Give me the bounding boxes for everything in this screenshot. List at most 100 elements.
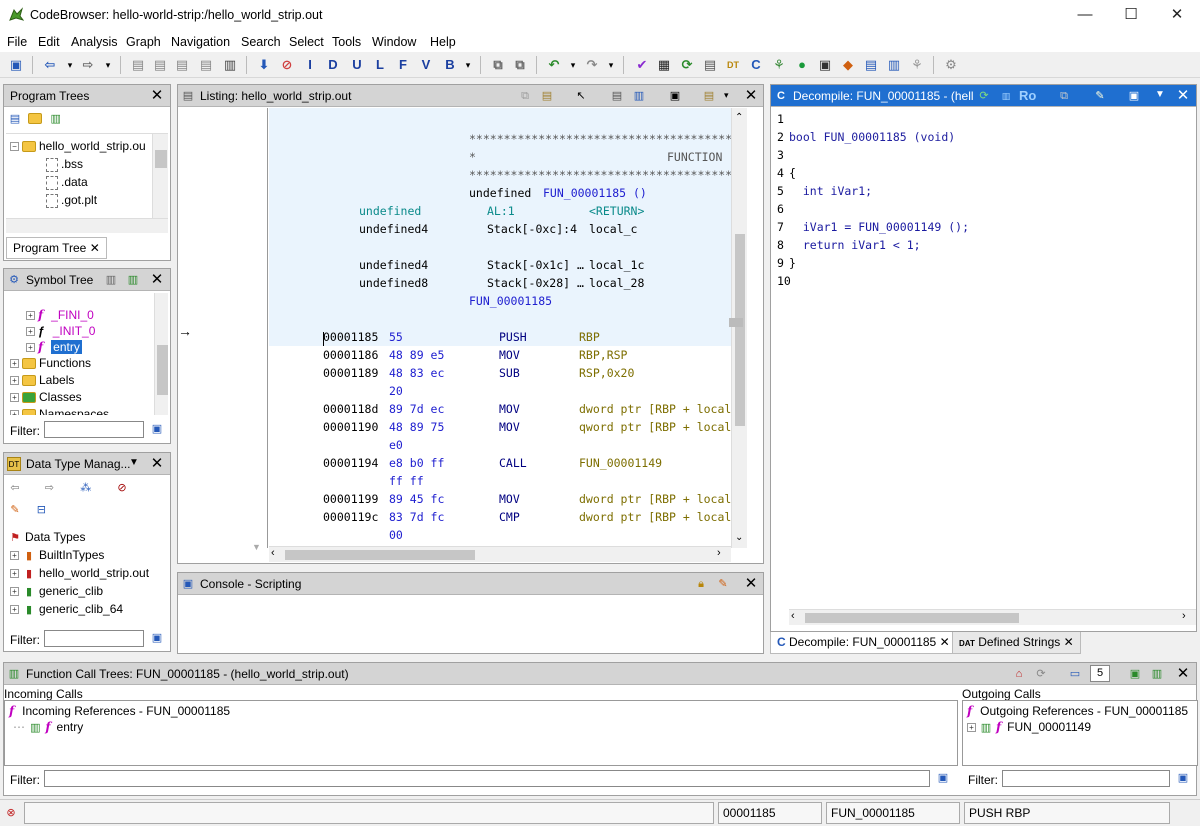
import-icon[interactable]: ▥	[104, 273, 118, 287]
cursor-icon[interactable]: ↖	[574, 89, 588, 103]
tree-add-icon[interactable]: ▥	[49, 112, 63, 126]
paste-icon[interactable]: ▤	[540, 89, 554, 103]
tree-root[interactable]: − hello_world_strip.ou	[10, 138, 146, 154]
export-icon[interactable]: ▥	[126, 273, 140, 287]
page-icon[interactable]: ▤	[128, 55, 148, 75]
read-only-toggle[interactable]: Ro	[1019, 88, 1036, 103]
list-item[interactable]: .data	[46, 174, 88, 190]
maximize-button[interactable]: ☐	[1108, 0, 1154, 32]
label-icon[interactable]: L	[370, 55, 390, 75]
page-icon[interactable]: ▤	[196, 55, 216, 75]
dropdown-arrow-icon[interactable]: ▾	[563, 55, 583, 75]
close-icon[interactable]: ✕	[90, 241, 100, 255]
data-icon[interactable]: D	[323, 55, 343, 75]
list-item[interactable]: + ▥ f FUN_00001149	[967, 719, 1091, 735]
home-icon[interactable]: ⌂	[1012, 667, 1026, 681]
menu-select[interactable]: Select	[289, 35, 324, 49]
undo-icon[interactable]: ↶	[544, 55, 564, 75]
data-type-icon[interactable]: DT	[723, 55, 743, 75]
back-arrow-icon[interactable]: ⇦	[40, 55, 60, 75]
close-icon[interactable]: ✕	[148, 270, 166, 290]
gear-icon[interactable]: ⚙	[941, 55, 961, 75]
save-icon[interactable]: ▣	[6, 55, 26, 75]
refresh-icon[interactable]: ⟳	[977, 89, 991, 103]
close-button[interactable]: ✕	[1154, 0, 1200, 32]
tree-folder-functions[interactable]: + Functions	[10, 355, 91, 371]
refresh-icon[interactable]: ⟳	[677, 55, 697, 75]
list-icon[interactable]: ▤	[700, 55, 720, 75]
down-arrow-icon[interactable]: ⬇	[254, 55, 274, 75]
dropdown-arrow-icon[interactable]: ▾	[724, 90, 729, 101]
page-gear-icon[interactable]: ▥	[220, 55, 240, 75]
code-line[interactable]: {	[789, 166, 796, 180]
page-icon[interactable]: ▤	[150, 55, 170, 75]
menu-search[interactable]: Search	[241, 35, 281, 49]
edit-icon[interactable]: ✎	[1093, 89, 1107, 103]
instruction-icon[interactable]: I	[300, 55, 320, 75]
incoming-filter-input[interactable]	[44, 770, 930, 787]
scroll-right-icon[interactable]: ›	[1182, 610, 1186, 622]
function-graph-icon[interactable]: ⚘	[769, 55, 789, 75]
list-item[interactable]: + ▮ generic_clib_64	[10, 601, 123, 617]
close-icon[interactable]: ✕	[742, 86, 760, 106]
depth-field[interactable]: 5	[1090, 665, 1110, 682]
filter-options-icon[interactable]: ▣	[936, 771, 950, 785]
tree-icon[interactable]: ⚘	[907, 55, 927, 75]
close-icon[interactable]: ✕	[148, 454, 166, 474]
checkmark-icon[interactable]: ✔	[632, 55, 652, 75]
scroll-left-icon[interactable]: ‹	[271, 547, 275, 559]
minimize-button[interactable]: —	[1062, 0, 1108, 32]
close-icon[interactable]: ✕	[148, 86, 166, 106]
diff-icon[interactable]: ▥	[632, 89, 646, 103]
filter-options-icon[interactable]: ▣	[150, 631, 164, 645]
tab-defined-strings[interactable]: DAT Defined Strings ✕	[952, 632, 1081, 654]
function-icon[interactable]: F	[393, 55, 413, 75]
undefined-icon[interactable]: U	[347, 55, 367, 75]
collapse-icon[interactable]: ⊟	[34, 503, 48, 517]
stop-icon[interactable]: ⊘	[277, 55, 297, 75]
dropdown-arrow-icon[interactable]: ▼	[129, 457, 139, 468]
list-item[interactable]: ⋯ ▥ f entry	[13, 719, 83, 735]
symbol-filter-input[interactable]	[44, 421, 144, 438]
navigate-icon[interactable]: ▭	[1068, 667, 1082, 681]
merge-icon[interactable]: ⧉	[488, 55, 508, 75]
list-item[interactable]: + ▮ BuiltInTypes	[10, 547, 104, 563]
code-line[interactable]: return iVar1 < 1;	[789, 238, 921, 252]
tab-decompile[interactable]: C Decompile: FUN_00001185 ✕	[770, 632, 957, 654]
split-icon[interactable]: ⧉	[510, 55, 530, 75]
scrollbar[interactable]	[6, 218, 168, 233]
error-icon[interactable]: ⊗	[4, 806, 18, 820]
snapshot-icon[interactable]: ▣	[1127, 89, 1141, 103]
list-item[interactable]: + ƒ _INIT_0	[26, 323, 95, 339]
close-icon[interactable]: ✕	[940, 635, 950, 649]
list-item[interactable]: + ▮ hello_world_strip.out	[10, 565, 149, 581]
close-icon[interactable]: ✕	[1174, 86, 1192, 106]
list-item[interactable]: + f entry	[26, 339, 82, 355]
layout-icon[interactable]: ▤	[702, 89, 716, 103]
scroll-up-icon[interactable]: ⌃	[735, 112, 743, 123]
menu-analysis[interactable]: Analysis	[71, 35, 118, 49]
dropdown-arrow-icon[interactable]: ▾	[98, 55, 118, 75]
scrollbar[interactable]: ‹ ›	[269, 546, 731, 562]
terminal-icon[interactable]: ▣	[815, 55, 835, 75]
filter-icon[interactable]: ▥	[1150, 667, 1164, 681]
list-item[interactable]: .got.plt	[46, 192, 97, 208]
diamond-icon[interactable]: ◆	[838, 55, 858, 75]
decompile-content[interactable]: 1 2 bool FUN_00001185 (void) 3 4 {5 int iVar1…	[771, 108, 1196, 608]
variable-icon[interactable]: V	[416, 55, 436, 75]
close-icon[interactable]: ✕	[1064, 635, 1074, 649]
menu-file[interactable]: File	[7, 35, 27, 49]
copy-icon[interactable]: ⧉	[1057, 89, 1071, 103]
tree-root[interactable]: ⚑ Data Types	[8, 529, 85, 545]
scroll-right-icon[interactable]: ›	[717, 547, 721, 559]
scrollbar[interactable]	[154, 293, 168, 415]
code-line[interactable]: bool FUN_00001185 (void)	[789, 130, 955, 144]
list-item[interactable]: .bss	[46, 156, 83, 172]
tree-root[interactable]: f Incoming References - FUN_00001185	[9, 703, 230, 719]
forward-arrow-icon[interactable]: ⇨	[42, 481, 56, 495]
edit-fields-icon[interactable]: ▤	[610, 89, 624, 103]
close-icon[interactable]: ✕	[742, 574, 760, 594]
page-icon[interactable]: ▤	[172, 55, 192, 75]
scroll-left-icon[interactable]: ‹	[791, 610, 795, 622]
filter-options-icon[interactable]: ▣	[1176, 771, 1190, 785]
